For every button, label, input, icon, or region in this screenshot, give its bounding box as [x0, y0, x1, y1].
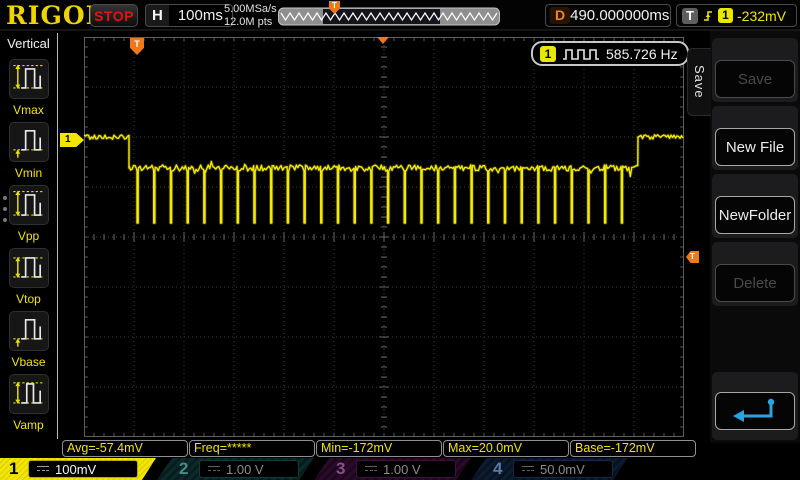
new-file-button[interactable]: New File [715, 128, 795, 166]
left-menu-title: Vertical [7, 36, 50, 51]
menu-item-vpp[interactable]: Vpp [0, 185, 57, 247]
menu-item-vmin[interactable]: Vmin [0, 122, 57, 184]
menu-item-label: Vpp [17, 229, 40, 243]
measurement-avg: Avg=-57.4mV [62, 440, 188, 457]
menu-slot: NewFolder [712, 174, 798, 238]
waveform-display-area [83, 37, 685, 437]
trigger-level-value: -232mV [737, 7, 787, 24]
channel-scale: 1.00 V [383, 461, 421, 477]
menu-item-vamp[interactable]: Vamp [0, 374, 57, 436]
run-state-indicator[interactable]: STOP [90, 4, 138, 27]
channel-2-status[interactable]: 2 1.00 V [157, 458, 314, 480]
measurement-base: Base=-172mV [570, 440, 696, 457]
vamp-measure-icon [8, 374, 49, 414]
waveform-overview-bar [278, 7, 500, 26]
vpp-measure-icon [8, 185, 49, 225]
channel-1-status[interactable]: 1 100mV [0, 458, 156, 480]
menu-separator-line [57, 33, 58, 439]
measurement-freq: Freq=***** [189, 440, 315, 457]
acquisition-info: 5.00MSa/s 12.0M pts [224, 3, 277, 29]
channel-scale: 50.0mV [540, 461, 585, 477]
menu-item-label: Vmax [13, 103, 44, 117]
menu-item-vmax[interactable]: Vmax [0, 59, 57, 121]
delay-label: D [550, 7, 571, 24]
memory-depth: 12.0M pts [224, 16, 273, 28]
dc-coupling-icon [37, 465, 49, 474]
menu-item-label: Vamp [13, 418, 44, 432]
channel-4-status[interactable]: 4 50.0mV [471, 458, 628, 480]
measurement-max: Max=20.0mV [443, 440, 569, 457]
trigger-level-marker[interactable]: T [686, 251, 699, 263]
menu-page-dots [3, 196, 7, 229]
menu-tab-label: Save [692, 65, 707, 99]
frequency-value: 585.726 Hz [606, 45, 678, 62]
vbase-measure-icon [8, 311, 49, 351]
return-arrow-icon [733, 398, 775, 422]
menu-item-label: Vtop [16, 292, 41, 306]
menu-slot: New File [712, 106, 798, 170]
return-button[interactable] [715, 392, 795, 430]
trigger-label: T [682, 7, 698, 24]
sample-rate: 5.00MSa/s [224, 3, 277, 15]
screen-center-marker [377, 37, 389, 44]
channel-number: 3 [336, 459, 346, 478]
trigger-source-badge: 1 [718, 8, 733, 23]
channel1-ground-marker[interactable]: 1 [60, 133, 84, 147]
dc-coupling-icon [522, 465, 534, 474]
measurement-results-bar: Avg=-57.4mV Freq=***** Min=-172mV Max=20… [0, 440, 800, 458]
channel-scale: 100mV [55, 461, 97, 477]
dc-coupling-icon [365, 465, 377, 474]
timebase-value: 100ms [168, 5, 232, 26]
menu-item-label: Vmin [14, 166, 43, 180]
delay-readout: D 490.000000ms [545, 4, 671, 27]
channel-number: 2 [179, 459, 189, 478]
trigger-readout: T 1 -232mV [676, 4, 797, 27]
channel-number: 1 [9, 459, 19, 478]
vmax-measure-icon [8, 59, 49, 99]
top-status-bar: RIGOL STOP H 100ms 5.00MSa/s 12.0M pts T… [0, 0, 800, 31]
frequency-source-badge: 1 [540, 45, 556, 62]
vmin-measure-icon [8, 122, 49, 162]
vtop-measure-icon [8, 248, 49, 288]
save-button[interactable]: Save [715, 60, 795, 98]
menu-item-label: Vbase [11, 355, 46, 369]
rising-edge-icon [704, 11, 712, 21]
delete-button[interactable]: Delete [715, 264, 795, 302]
dc-coupling-icon [208, 465, 220, 474]
channel-status-bar: 1 100mV 2 1.00 V 3 1.00 V 4 50.0mV [0, 458, 800, 480]
graticule [83, 37, 685, 437]
menu-slot: Delete [712, 242, 798, 306]
oscilloscope-screen: RIGOL STOP H 100ms 5.00MSa/s 12.0M pts T… [0, 0, 800, 480]
menu-slot [712, 372, 798, 440]
menu-tab-save: Save [687, 48, 711, 116]
menu-item-vtop[interactable]: Vtop [0, 248, 57, 310]
menu-item-vbase[interactable]: Vbase [0, 311, 57, 373]
horizontal-timebase[interactable]: H 100ms [145, 4, 233, 27]
channel-scale: 1.00 V [226, 461, 264, 477]
square-wave-icon [563, 48, 599, 60]
vertical-measure-menu: Vertical Vmax Vmin Vpp Vtop Vbase Vamp [0, 31, 57, 443]
new-folder-button[interactable]: NewFolder [715, 196, 795, 234]
menu-slot: Save [712, 38, 798, 102]
delay-value: 490.000000ms [570, 7, 670, 24]
channel-number: 4 [493, 459, 503, 478]
frequency-counter-overlay: 1 585.726 Hz [531, 41, 689, 66]
h-label: H [152, 7, 163, 24]
measurement-min: Min=-172mV [316, 440, 442, 457]
channel-3-status[interactable]: 3 1.00 V [314, 458, 471, 480]
